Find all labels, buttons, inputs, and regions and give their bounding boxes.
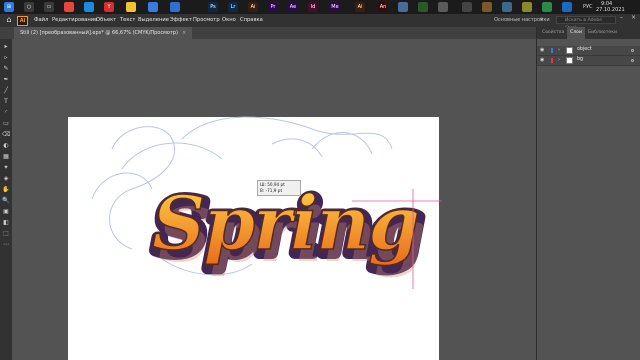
rotate-tool-icon[interactable]: ◐ [2,142,10,150]
tab-libraries[interactable]: Библиотеки [585,27,620,39]
lightroom-icon[interactable]: Lr [228,2,238,12]
close-tab-icon[interactable]: × [182,30,186,36]
store-icon[interactable] [148,2,158,12]
explorer-icon[interactable] [126,2,136,12]
more-tools-icon[interactable]: ⋯ [2,241,10,249]
photoshop-icon[interactable]: Ps [208,2,218,12]
target-circle-icon[interactable] [631,49,634,52]
tab-layers[interactable]: Слои [567,27,585,39]
expand-arrow-icon[interactable]: › [558,57,560,63]
menu-item-2[interactable]: Объект [96,17,116,23]
app-icon-3[interactable] [438,2,448,12]
tab-properties[interactable]: Свойства [539,27,567,39]
home-icon[interactable]: ⌂ [4,15,14,25]
arc-tool-icon[interactable]: ◜ [2,109,10,117]
eraser-tool-icon[interactable]: ⌫ [2,131,10,139]
hand-tool-icon[interactable]: ✋ [2,186,10,194]
fill-stroke-icon[interactable]: ▣ [2,208,10,216]
menu-item-4[interactable]: Выделение [138,17,169,23]
chrome-icon[interactable] [64,2,74,12]
layer-row-object[interactable]: ◉ › object [537,46,640,56]
layers-panel: Свойства Слои Библиотеки ◉ › object ◉ › … [536,27,640,360]
system-tray-lang[interactable]: РУС [583,4,593,10]
illustrator-active-icon[interactable]: Ai [355,2,365,12]
menu-item-6[interactable]: Просмотр [193,17,220,23]
swap-colors-icon[interactable]: ◧ [2,219,10,227]
tooltip-height: В: -71,9 pt [260,188,283,193]
layer-name: bg [577,57,584,62]
layer-color-swatch [551,58,553,63]
screen-mode-icon[interactable]: ⬚ [2,230,10,238]
document-tab-title: Still (2) [преобразованный].eps* @ 66,67… [20,30,178,36]
premiere-icon[interactable]: Pr [268,2,278,12]
panel-tab-bar: Свойства Слои Библиотеки [537,27,640,39]
line-tool-icon[interactable]: ╱ [2,87,10,95]
app-icon-1[interactable] [398,2,408,12]
pen-tool-icon[interactable]: ✎ [2,65,10,73]
menu-item-1[interactable]: Редактирование [52,17,97,23]
menu-item-3[interactable]: Текст [120,17,135,23]
app-icon-8[interactable] [542,2,552,12]
task-view-icon[interactable]: ▭ [44,2,54,12]
spring-artwork[interactable]: Spring Spring Spring [12,39,536,360]
symbol-tool-icon[interactable]: ✦ [2,164,10,172]
shape-builder-tool-icon[interactable]: ◈ [2,175,10,183]
app-icon-7[interactable] [522,2,532,12]
document-tab[interactable]: Still (2) [преобразованный].eps* @ 66,67… [14,27,193,39]
menu-item-0[interactable]: Файл [34,17,48,23]
app-icon-5[interactable] [482,2,492,12]
layer-thumbnail [566,57,573,64]
menu-item-8[interactable]: Справка [240,17,263,23]
eye-icon[interactable]: ◉ [540,57,544,63]
type-tool-icon[interactable]: T [2,98,10,106]
layer-name: object [577,47,592,52]
eye-icon[interactable]: ◉ [540,47,544,53]
menu-item-5[interactable]: Эффект [170,17,192,23]
workspace-chevron-icon[interactable]: ▾ [540,17,543,23]
layer-color-swatch [551,48,553,53]
close-button[interactable]: × [631,14,636,21]
system-tray-date[interactable]: 27.10.2021 [596,7,625,13]
media-encoder-icon[interactable]: Me [330,2,340,12]
zoom-tool-icon[interactable]: 🔍 [2,197,10,205]
illustrator-logo: Ai [17,16,28,26]
illustrator-icon-2[interactable]: Ai [248,2,258,12]
direct-selection-tool-icon[interactable]: ▹ [2,54,10,62]
indesign-icon[interactable]: Id [308,2,318,12]
menu-item-7[interactable]: Окно [222,17,236,23]
app-icon-4[interactable] [462,2,472,12]
gradient-tool-icon[interactable]: ▦ [2,153,10,161]
app-icon-9[interactable] [562,2,572,12]
minimize-button[interactable]: – [620,14,623,21]
tools-panel: ▸ ▹ ✎ ✒ ╱ T ◜ ▭ ⌫ ◐ ▦ ✦ ◈ ✋ 🔍 ▣ ◧ ⬚ ⋯ [0,39,12,360]
animate-icon[interactable]: An [378,2,388,12]
windows-taskbar: ⊞ ○ ▭ Y Ps Lr Ai Pr Ae Id Me Ai An [0,0,640,14]
mail-icon[interactable] [170,2,180,12]
layer-row-bg[interactable]: ◉ › bg [537,56,640,66]
measure-tooltip: Ш: 50,94 pt В: -71,9 pt [257,180,301,196]
search-icon[interactable]: ○ [24,2,34,12]
yandex-icon[interactable]: Y [104,2,114,12]
aftereffects-icon[interactable]: Ae [288,2,298,12]
selection-tool-icon[interactable]: ▸ [2,43,10,51]
app-icon-2[interactable] [418,2,428,12]
expand-arrow-icon[interactable]: › [558,47,560,53]
canvas-area[interactable]: Spring Spring Spring Ш: 50,94 pt В: -71,… [12,39,536,360]
target-circle-icon[interactable] [631,59,634,62]
stock-search-input[interactable]: Искать в Adobe Stock [556,16,616,31]
pencil-tool-icon[interactable]: ✒ [2,76,10,84]
rectangle-tool-icon[interactable]: ▭ [2,120,10,128]
windows-start-icon[interactable]: ⊞ [4,2,14,12]
layer-thumbnail [566,47,573,54]
app-icon-6[interactable] [502,2,512,12]
edge-icon[interactable] [84,2,94,12]
